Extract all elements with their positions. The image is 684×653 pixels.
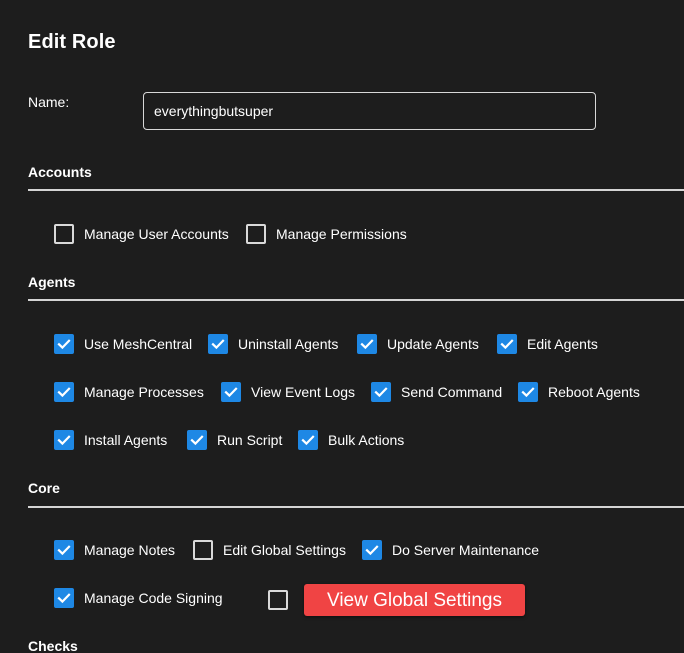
view-global-settings-button[interactable]: View Global Settings xyxy=(304,584,525,616)
checkbox-label: Send Command xyxy=(401,384,503,400)
checkmark-icon xyxy=(211,339,225,350)
edit-role-dialog: Edit Role Name: Accounts Manage User Acc… xyxy=(0,0,684,653)
checkbox-uninstall-agents[interactable]: Uninstall Agents xyxy=(208,332,338,356)
checkbox-label: Edit Global Settings xyxy=(223,542,346,558)
section-title-agents: Agents xyxy=(28,274,76,290)
checkbox-label: Install Agents xyxy=(84,432,168,448)
checkbox-label: Manage Permissions xyxy=(276,226,407,242)
checkbox-send-command[interactable]: Send Command xyxy=(371,380,502,404)
section-title-checks: Checks xyxy=(28,638,78,653)
checkbox-run-script[interactable]: Run Script xyxy=(187,428,282,452)
checkbox-box[interactable] xyxy=(54,334,74,354)
checkbox-label: Edit Agents xyxy=(527,336,598,352)
checkmark-icon xyxy=(57,435,71,446)
checkbox-edit-agents[interactable]: Edit Agents xyxy=(497,332,598,356)
checkbox-label: View Event Logs xyxy=(251,384,356,400)
checkbox-box[interactable] xyxy=(54,382,74,402)
checkbox-update-agents[interactable]: Update Agents xyxy=(357,332,479,356)
checkmark-icon xyxy=(365,545,379,556)
checkbox-label: Run Script xyxy=(217,432,283,448)
checkbox-box[interactable] xyxy=(193,540,213,560)
dialog-title: Edit Role xyxy=(28,31,116,53)
checkbox-do-server-maintenance[interactable]: Do Server Maintenance xyxy=(362,538,539,562)
checkbox-view-global-settings[interactable] xyxy=(268,588,288,612)
checkbox-label: Update Agents xyxy=(387,336,479,352)
checkbox-label: Manage Code Signing xyxy=(84,590,223,606)
checkmark-icon xyxy=(374,387,388,398)
checkmark-icon xyxy=(500,339,514,350)
checkbox-label: Reboot Agents xyxy=(548,384,640,400)
checkbox-manage-user-accounts[interactable]: Manage User Accounts xyxy=(54,222,229,246)
checkbox-box[interactable] xyxy=(54,588,74,608)
checkbox-box[interactable] xyxy=(221,382,241,402)
checkmark-icon xyxy=(224,387,238,398)
checkbox-box[interactable] xyxy=(208,334,228,354)
section-divider xyxy=(28,189,684,191)
checkmark-icon xyxy=(521,387,535,398)
checkbox-box[interactable] xyxy=(371,382,391,402)
checkbox-reboot-agents[interactable]: Reboot Agents xyxy=(518,380,640,404)
name-label: Name: xyxy=(28,94,70,110)
checkbox-manage-notes[interactable]: Manage Notes xyxy=(54,538,175,562)
checkbox-use-meshcentral[interactable]: Use MeshCentral xyxy=(54,332,192,356)
checkbox-label: Bulk Actions xyxy=(328,432,405,448)
section-title-accounts: Accounts xyxy=(28,164,92,180)
checkbox-box[interactable] xyxy=(54,430,74,450)
checkbox-box[interactable] xyxy=(518,382,538,402)
checkbox-box[interactable] xyxy=(246,224,266,244)
section-divider xyxy=(28,299,684,301)
name-input[interactable] xyxy=(143,92,596,130)
checkbox-box[interactable] xyxy=(362,540,382,560)
checkbox-box[interactable] xyxy=(357,334,377,354)
checkbox-label: Manage Processes xyxy=(84,384,204,400)
checkbox-label: Manage Notes xyxy=(84,542,176,558)
checkmark-icon xyxy=(57,593,71,604)
section-divider xyxy=(28,506,684,508)
checkbox-box[interactable] xyxy=(187,430,207,450)
checkmark-icon xyxy=(57,339,71,350)
checkbox-label: Uninstall Agents xyxy=(238,336,339,352)
checkmark-icon xyxy=(360,339,374,350)
checkbox-box[interactable] xyxy=(54,224,74,244)
checkbox-install-agents[interactable]: Install Agents xyxy=(54,428,167,452)
checkbox-bulk-actions[interactable]: Bulk Actions xyxy=(298,428,404,452)
checkmark-icon xyxy=(301,435,315,446)
checkbox-manage-processes[interactable]: Manage Processes xyxy=(54,380,204,404)
checkbox-manage-code-signing[interactable]: Manage Code Signing xyxy=(54,586,223,610)
checkbox-box[interactable] xyxy=(54,540,74,560)
checkmark-icon xyxy=(57,387,71,398)
checkbox-label: Do Server Maintenance xyxy=(392,542,540,558)
section-title-core: Core xyxy=(28,480,60,496)
checkbox-box[interactable] xyxy=(298,430,318,450)
checkbox-view-event-logs[interactable]: View Event Logs xyxy=(221,380,355,404)
checkbox-edit-global-settings[interactable]: Edit Global Settings xyxy=(193,538,346,562)
checkbox-box[interactable] xyxy=(268,590,288,610)
checkmark-icon xyxy=(190,435,204,446)
checkbox-manage-permissions[interactable]: Manage Permissions xyxy=(246,222,407,246)
checkmark-icon xyxy=(57,545,71,556)
checkbox-label: Manage User Accounts xyxy=(84,226,229,242)
checkbox-label: Use MeshCentral xyxy=(84,336,193,352)
checkbox-box[interactable] xyxy=(497,334,517,354)
